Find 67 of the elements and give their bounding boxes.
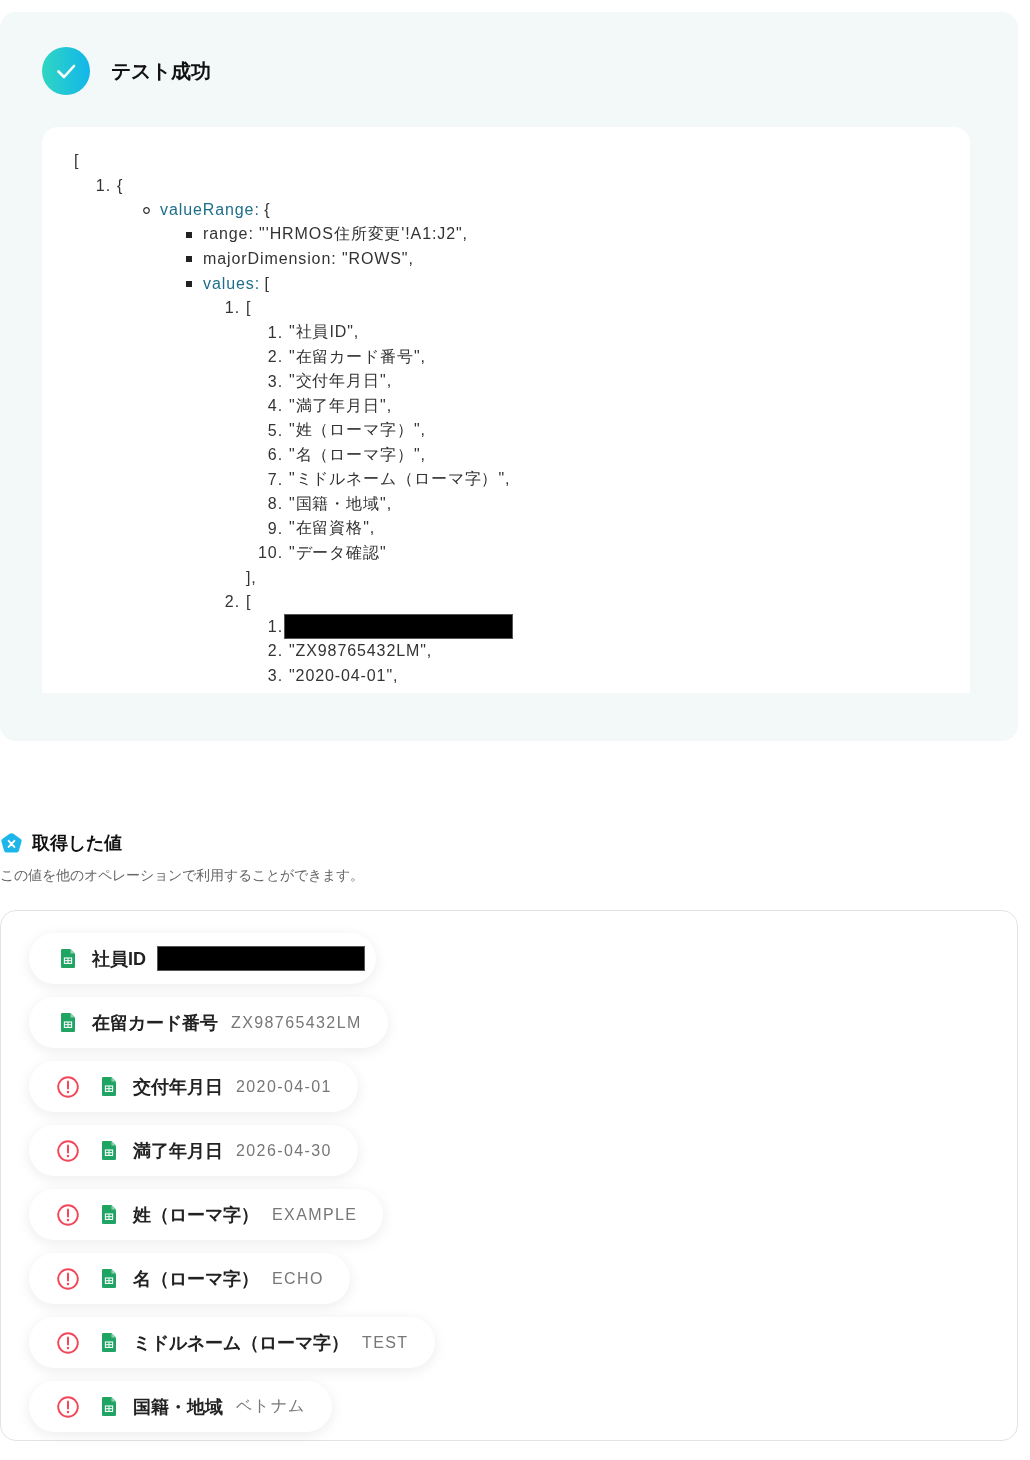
list-number: 1. [224,299,240,318]
code-text: "在留資格", [289,518,376,539]
value-text: ベトナム [236,1396,306,1416]
code-text: valueRange: { [160,201,271,220]
list-number: 2. [267,348,283,367]
value-label: 姓（ローマ字） [133,1203,259,1227]
list-number: 7. [267,470,283,489]
code-text: "データ確認" [289,542,387,563]
code-text: [ [246,593,252,612]
list-number: 4. [267,397,283,416]
value-text: ZX98765432LM [231,1013,362,1032]
code-text: "姓（ローマ字）", [289,420,426,441]
list-number: 9. [267,519,283,538]
code-text: { [117,176,124,195]
list-number: 5. [267,421,283,440]
code-text: [ [74,152,80,171]
pentagon-x-icon [0,831,23,855]
value-label: 名（ローマ字） [133,1267,259,1291]
value-text: ECHO [272,1269,324,1288]
code-text: range: "'HRMOS住所変更'!A1:J2", [203,224,468,245]
list-number: 3. [267,666,283,685]
square-bullet-icon [186,231,192,238]
spreadsheet-icon [102,1141,116,1160]
code-text: [ [246,299,252,318]
list-number: 1. [95,176,111,195]
code-text: "社員ID", [289,322,360,343]
code-text: values: [ [203,274,270,293]
code-text: "交付年月日", [289,371,392,392]
code-text: "2020-04-01", [289,666,399,685]
spreadsheet-icon [102,1269,116,1288]
value-label: ミドルネーム（ローマ字） [133,1331,349,1355]
spreadsheet-icon [102,1205,116,1224]
square-bullet-icon [186,280,192,287]
code-text: majorDimension: "ROWS", [203,250,414,269]
spreadsheet-icon [102,1077,116,1096]
check-circle-icon [42,47,90,95]
value-text: EXAMPLE [272,1205,358,1224]
value-text: TEST [362,1333,409,1352]
code-text: "満了年月日", [289,395,392,416]
list-number: 3. [267,372,283,391]
code-text: ], [246,568,257,587]
code-text: "名（ローマ字）", [289,444,426,465]
value-label: 社員ID [92,947,146,971]
code-text: "在留カード番号", [289,346,426,367]
list-number: 2. [267,642,283,661]
code-text: "国籍・地域", [289,493,392,514]
square-bullet-icon [186,256,192,263]
circle-bullet-icon [143,206,150,214]
result-title: テスト成功 [111,58,211,84]
section-title: 取得した値 [32,832,122,855]
spreadsheet-icon [102,1397,116,1416]
list-number: 2. [224,593,240,612]
list-number: 10. [258,544,283,563]
code-text: "ミドルネーム（ローマ字）", [289,469,511,490]
list-number: 8. [267,495,283,514]
value-text: 2026-04-30 [236,1141,332,1160]
section-description: この値を他のオペレーションで利用することができます。 [0,867,365,885]
code-text: "ZX98765432LM", [289,642,433,661]
value-label: 満了年月日 [133,1139,223,1163]
value-label: 在留カード番号 [92,1011,218,1035]
value-text: 2020-04-01 [236,1077,332,1096]
list-number: 6. [267,446,283,465]
list-number: 1. [267,323,283,342]
list-number: 1. [267,617,283,636]
spreadsheet-icon [102,1333,116,1352]
value-label: 国籍・地域 [133,1395,223,1419]
value-label: 交付年月日 [133,1075,223,1099]
